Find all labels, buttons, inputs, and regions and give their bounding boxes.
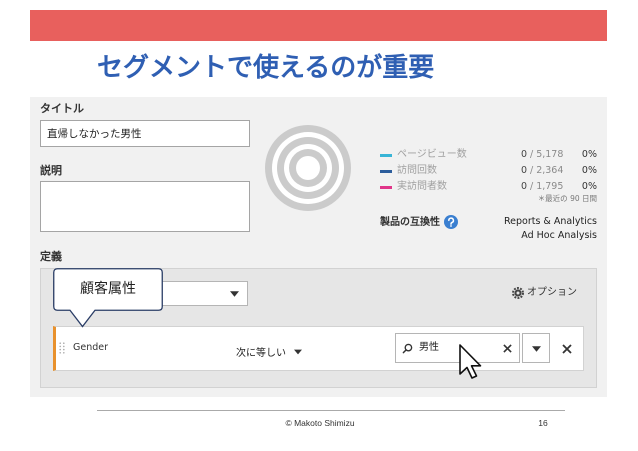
callout-bubble: 顧客属性: [53, 268, 163, 328]
search-icon: [402, 343, 413, 354]
legend-value: 0: [520, 165, 527, 176]
compatibility-label: 製品の互換性: [380, 217, 440, 228]
definition-label: 定義: [40, 250, 62, 263]
mouse-cursor-icon: [459, 344, 482, 379]
drag-handle-icon[interactable]: [59, 342, 65, 354]
footer-copyright: © Makoto Shimizu: [285, 418, 355, 428]
chevron-down-icon: [294, 349, 303, 354]
legend-total: /2,364: [530, 164, 575, 178]
legend-row-visits: 訪問回数 0 /2,364 0%: [380, 164, 597, 178]
chevron-down-icon: [230, 291, 239, 297]
legend-percent: 0%: [581, 165, 597, 176]
period-note: ＊最近の 90 日間: [537, 194, 597, 203]
rule-value-text: 男性: [419, 342, 439, 353]
callout-text: 顧客属性: [80, 281, 136, 297]
legend-swatch: [380, 154, 392, 157]
legend-total: /1,795: [530, 180, 575, 194]
legend-swatch: [380, 170, 392, 173]
legend-separator: /: [530, 149, 534, 160]
compatibility-value: Ad Hoc Analysis: [521, 230, 597, 241]
help-icon[interactable]: [444, 215, 458, 229]
rule-operator-label: 次に等しい: [236, 348, 286, 359]
close-icon[interactable]: [562, 344, 572, 354]
legend-label: 実訪問者数: [397, 181, 447, 192]
page-number: 16: [538, 418, 548, 428]
legend-row-pageviews: ページビュー数 0 /5,178 0%: [380, 148, 597, 162]
legend-percent: 0%: [581, 181, 597, 192]
legend-total-value: 2,364: [536, 165, 564, 176]
legend-total-value: 5,178: [536, 149, 564, 160]
header-banner: [30, 10, 607, 41]
legend-label: 訪問回数: [397, 165, 437, 176]
slide-title: セグメントで使えるのが重要: [97, 53, 435, 83]
legend-total-value: 1,795: [536, 181, 564, 192]
title-label: タイトル: [40, 102, 84, 115]
description-label: 説明: [40, 164, 62, 177]
legend-label: ページビュー数: [397, 149, 467, 160]
rule-operator-dropdown[interactable]: 次に等しい: [236, 341, 303, 359]
rule-row: Gender 次に等しい 男性: [53, 326, 584, 371]
legend-value: 0: [520, 181, 527, 192]
legend-separator: /: [530, 165, 534, 176]
chevron-down-icon: [532, 346, 541, 352]
options-label: オプション: [527, 287, 577, 298]
compatibility-value: Reports & Analytics: [503, 216, 597, 227]
close-icon[interactable]: [503, 344, 512, 353]
description-textarea[interactable]: [40, 181, 250, 232]
legend-total: /5,178: [530, 148, 575, 162]
gear-icon: [512, 287, 524, 299]
definition-container: オプション Gender 次に等しい 男性 顧客属性: [40, 268, 597, 388]
footer-divider: [97, 410, 565, 411]
legend-percent: 0%: [581, 149, 597, 160]
legend-separator: /: [530, 181, 534, 192]
title-input[interactable]: [40, 120, 250, 147]
segment-editor-panel: タイトル 説明 ページビュー数 0 /5,178 0% 訪問回数 0 /2,36…: [30, 97, 607, 397]
rule-value-dropdown-button[interactable]: [522, 333, 550, 363]
rule-dimension: Gender: [73, 342, 109, 353]
legend-swatch: [380, 186, 392, 189]
ring-chart: [265, 125, 351, 211]
legend-value: 0: [520, 149, 527, 160]
legend-row-visitors: 実訪問者数 0 /1,795 0%: [380, 180, 597, 194]
